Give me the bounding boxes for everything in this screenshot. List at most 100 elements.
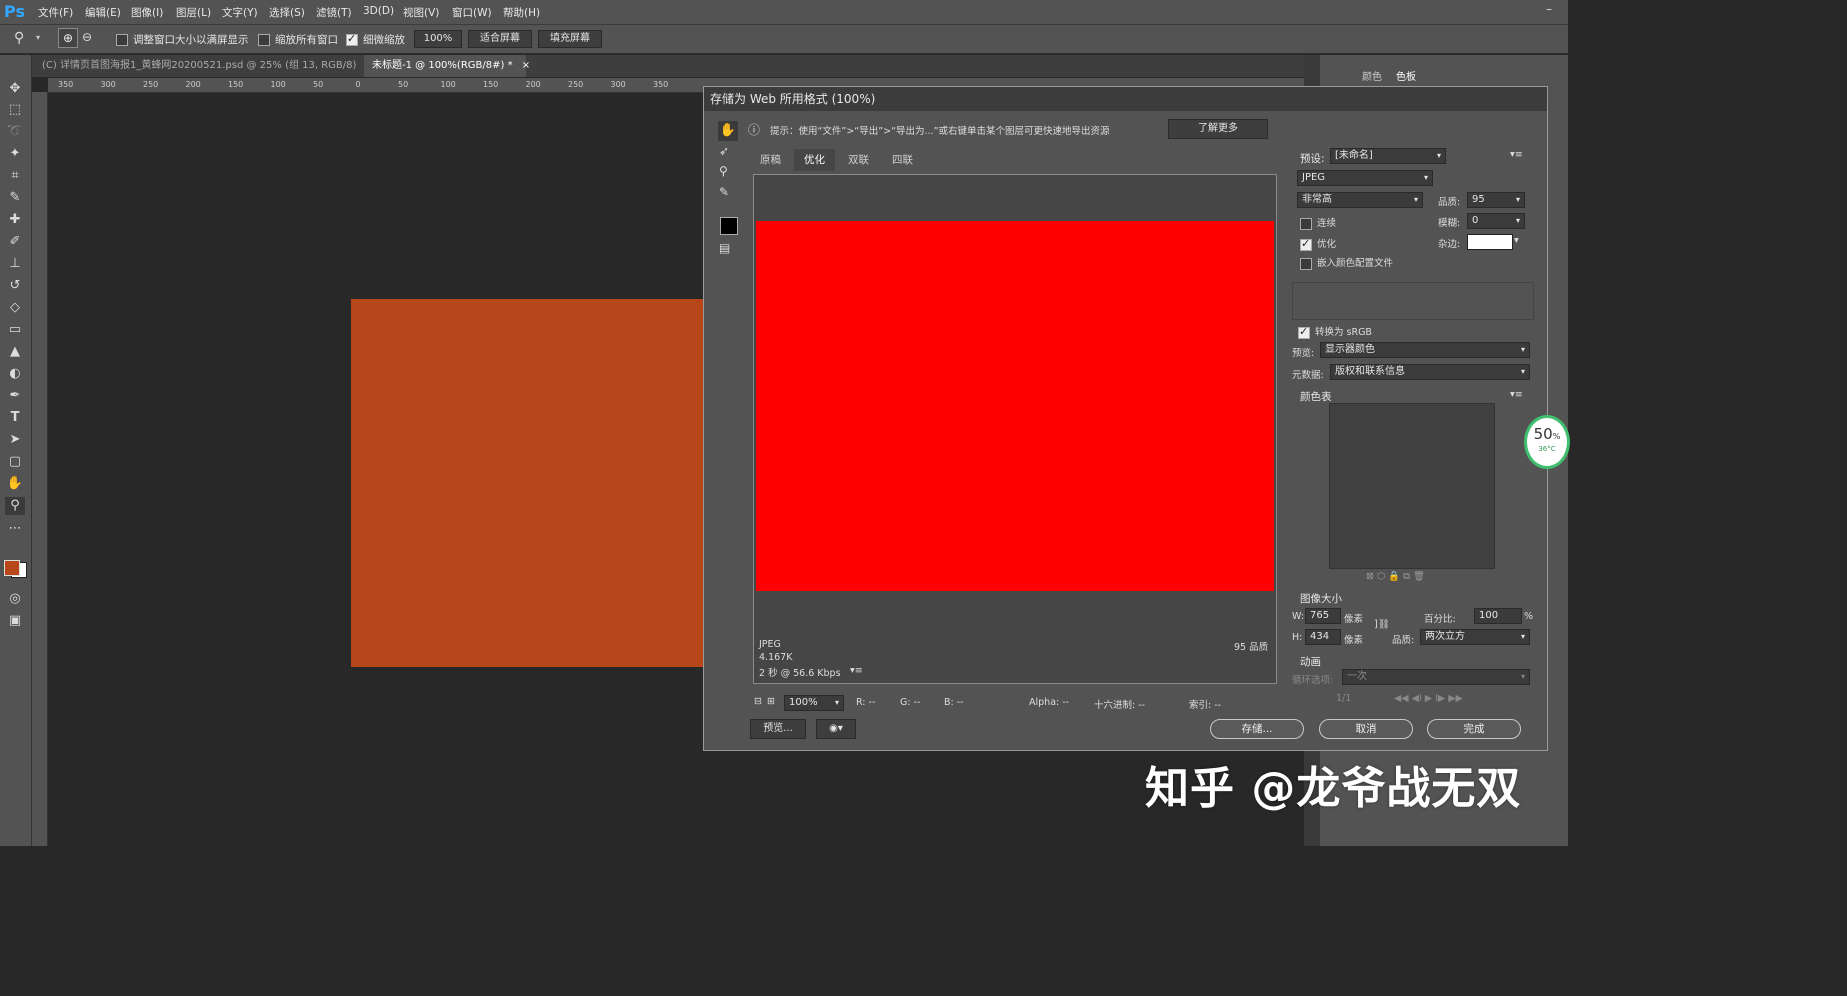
move-tool-icon[interactable]: ✥	[5, 80, 25, 98]
zoom-in-icon[interactable]: ⊞	[767, 696, 775, 707]
matte-color-swatch[interactable]	[1467, 234, 1513, 250]
settings-menu-icon[interactable]: ▾≡	[1510, 149, 1523, 160]
slice-select-tool-icon[interactable]: ➶	[719, 144, 729, 158]
crop-tool-icon[interactable]: ⌗	[5, 167, 25, 185]
checkbox-checked-icon[interactable]	[1300, 237, 1312, 251]
download-menu-icon[interactable]: ▾≡	[850, 665, 863, 676]
marquee-tool-icon[interactable]: ⬚	[5, 101, 25, 119]
hand-tool-icon[interactable]: ✋	[5, 475, 25, 493]
healing-brush-tool-icon[interactable]: ✚	[5, 211, 25, 229]
quality-field[interactable]: 95 ▾	[1467, 192, 1525, 208]
checkbox-icon[interactable]	[258, 34, 270, 46]
checkbox-checked-icon[interactable]	[1298, 325, 1310, 339]
loop-dropdown[interactable]: 一次 ▾	[1342, 669, 1530, 685]
blur-tool-icon[interactable]: ▲	[5, 343, 25, 361]
performance-gauge[interactable]: 50% 36°C	[1524, 415, 1570, 469]
toggle-slices-icon[interactable]: ▤	[719, 241, 730, 255]
doc-tab-poster[interactable]: (C) 详情页首图海报1_黄蜂网20200521.psd @ 25% (组 13…	[34, 55, 374, 77]
menu-help[interactable]: 帮助(H)	[503, 5, 540, 20]
progressive-checkbox[interactable]: 连续	[1300, 215, 1336, 230]
menu-select[interactable]: 选择(S)	[269, 5, 305, 20]
color-table[interactable]	[1329, 403, 1495, 569]
fill-screen-button[interactable]: 填充屏幕	[538, 30, 602, 48]
lasso-tool-icon[interactable]: ➰	[5, 123, 25, 141]
zoom-out-icon[interactable]: ⊖	[82, 30, 92, 44]
eyedropper-tool-icon[interactable]: ✎	[719, 185, 729, 199]
preview-button[interactable]: 预览...	[750, 719, 806, 739]
dodge-tool-icon[interactable]: ◐	[5, 365, 25, 383]
eyedropper-color-swatch[interactable]	[720, 217, 738, 235]
metadata-dropdown[interactable]: 版权和联系信息 ▾	[1330, 364, 1530, 380]
dialog-title[interactable]: 存储为 Web 所用格式 (100%)	[704, 87, 1547, 111]
gradient-tool-icon[interactable]: ▭	[5, 321, 25, 339]
preview-mode-dropdown[interactable]: 显示器颜色 ▾	[1320, 342, 1530, 358]
color-panel-tab[interactable]: 颜色	[1362, 68, 1382, 83]
embed-profile-checkbox[interactable]: 嵌入颜色配置文件	[1300, 255, 1393, 270]
menu-window[interactable]: 窗口(W)	[452, 5, 492, 20]
tab-original[interactable]: 原稿	[750, 149, 791, 171]
type-tool-icon[interactable]: T	[5, 409, 25, 427]
optimized-checkbox[interactable]: 优化	[1300, 236, 1336, 251]
animation-controls-icon[interactable]: ◀◀ ◀I ▶ I▶ ▶▶	[1394, 693, 1463, 704]
quick-mask-icon[interactable]: ◎	[5, 590, 25, 608]
done-button[interactable]: 完成	[1427, 719, 1521, 739]
close-icon[interactable]: ×	[522, 60, 530, 71]
checkbox-icon[interactable]	[116, 34, 128, 46]
resample-dropdown[interactable]: 两次立方 ▾	[1420, 629, 1530, 645]
history-brush-tool-icon[interactable]: ↺	[5, 277, 25, 295]
document-canvas[interactable]	[351, 299, 711, 667]
doc-tab-untitled[interactable]: 未标题-1 @ 100%(RGB/8#) * ×	[364, 55, 530, 77]
screen-mode-icon[interactable]: ▣	[5, 612, 25, 630]
zoom-tool-icon[interactable]: ⚲	[5, 497, 25, 515]
foreground-color-swatch[interactable]	[4, 560, 20, 576]
scrubby-zoom-checkbox[interactable]: 细微缩放	[346, 32, 405, 47]
preset-dropdown[interactable]: [未命名] ▾	[1330, 148, 1446, 164]
learn-more-button[interactable]: 了解更多	[1168, 119, 1268, 139]
color-table-tools-icon[interactable]: ⊠ ⬡ 🔒 ⧉ 🗑	[1366, 571, 1425, 582]
menu-filter[interactable]: 滤镜(T)	[316, 5, 352, 20]
menu-type[interactable]: 文字(Y)	[222, 5, 258, 20]
menu-file[interactable]: 文件(F)	[38, 5, 73, 20]
zoom-out-icon[interactable]: ⊟	[754, 696, 762, 707]
chevron-down-icon[interactable]: ▾	[1514, 235, 1519, 246]
eyedropper-tool-icon[interactable]: ✎	[5, 189, 25, 207]
resize-windows-checkbox[interactable]: 调整窗口大小以满屏显示	[116, 32, 249, 47]
zoom-value-field[interactable]: 100%	[414, 30, 462, 48]
menu-layer[interactable]: 图层(L)	[176, 5, 211, 20]
stamp-tool-icon[interactable]: ⊥	[5, 255, 25, 273]
brush-tool-icon[interactable]: ✐	[5, 233, 25, 251]
width-field[interactable]: 765	[1305, 608, 1341, 624]
tab-optimized[interactable]: 优化	[794, 149, 835, 171]
cancel-button[interactable]: 取消	[1319, 719, 1413, 739]
menu-edit[interactable]: 编辑(E)	[85, 5, 121, 20]
quality-level-dropdown[interactable]: 非常高 ▾	[1297, 192, 1423, 208]
link-icon[interactable]: ]⛓	[1374, 619, 1390, 630]
checkbox-icon[interactable]	[1300, 257, 1312, 270]
height-field[interactable]: 434	[1305, 629, 1341, 645]
format-dropdown[interactable]: JPEG ▾	[1297, 170, 1433, 186]
checkbox-checked-icon[interactable]	[346, 32, 358, 46]
optimized-preview-image[interactable]	[756, 221, 1274, 591]
zoom-tool-icon[interactable]: ⚲	[14, 30, 24, 46]
blur-field[interactable]: 0 ▾	[1467, 213, 1525, 229]
zoom-in-icon[interactable]: ⊕	[58, 28, 78, 48]
menu-view[interactable]: 视图(V)	[403, 5, 439, 20]
checkbox-icon[interactable]	[1300, 217, 1312, 230]
eraser-tool-icon[interactable]: ◇	[5, 299, 25, 317]
path-select-tool-icon[interactable]: ➤	[5, 431, 25, 449]
browser-preview-icon[interactable]: ◉▾	[816, 719, 856, 739]
zoom-level-dropdown[interactable]: 100% ▾	[784, 695, 844, 711]
percent-field[interactable]: 100	[1474, 608, 1522, 624]
chevron-down-icon[interactable]: ▾	[36, 33, 40, 42]
minimize-icon[interactable]: –	[1546, 2, 1552, 16]
save-button[interactable]: 存储...	[1210, 719, 1304, 739]
menu-3d[interactable]: 3D(D)	[363, 5, 394, 17]
pen-tool-icon[interactable]: ✒	[5, 387, 25, 405]
zoom-all-checkbox[interactable]: 缩放所有窗口	[258, 32, 338, 47]
swatches-panel-tab[interactable]: 色板	[1396, 68, 1416, 83]
shape-tool-icon[interactable]: ▢	[5, 453, 25, 471]
more-tools-icon[interactable]: ⋯	[5, 520, 25, 538]
tab-4up[interactable]: 四联	[882, 149, 923, 171]
fit-screen-button[interactable]: 适合屏幕	[468, 30, 532, 48]
hand-tool-icon[interactable]: ✋	[718, 121, 738, 141]
